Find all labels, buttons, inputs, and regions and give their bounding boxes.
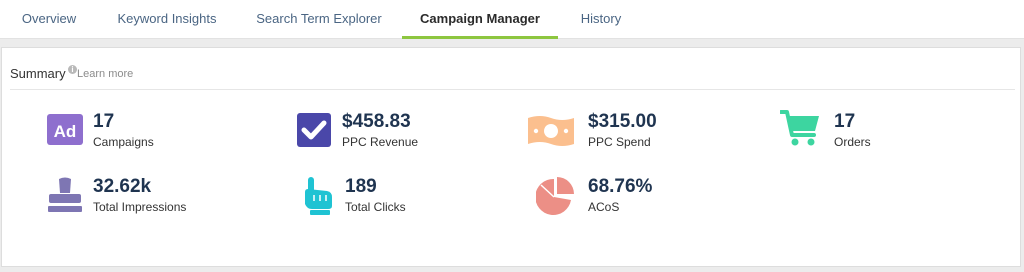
tab-history[interactable]: History xyxy=(570,0,632,38)
tab-label: History xyxy=(580,11,622,26)
metric-label: ACoS xyxy=(588,200,620,214)
metric-ppc-spend: $315.00 PPC Spend xyxy=(528,111,728,151)
tab-keyword-insights[interactable]: Keyword Insights xyxy=(104,0,230,38)
ad-icon: Ad xyxy=(47,114,83,145)
tab-label: Search Term Explorer xyxy=(256,11,382,26)
learn-more-link[interactable]: Learn more xyxy=(77,68,133,80)
metric-value: $315.00 xyxy=(588,111,657,132)
metric-impressions: 32.62k Total Impressions xyxy=(45,176,245,216)
active-tab-indicator xyxy=(402,36,558,39)
pointing-hand-icon xyxy=(305,177,332,215)
summary-header: Summary i Learn more xyxy=(10,65,1015,90)
tab-campaign-manager[interactable]: Campaign Manager xyxy=(402,0,558,39)
tab-label: Campaign Manager xyxy=(420,11,540,26)
metric-label: PPC Spend xyxy=(588,135,651,149)
metric-value: 17 xyxy=(834,111,856,132)
tab-search-term-explorer[interactable]: Search Term Explorer xyxy=(244,0,394,38)
stamp-icon xyxy=(48,177,82,212)
metric-value: 189 xyxy=(345,176,377,197)
metric-value: $458.83 xyxy=(342,111,411,132)
info-icon[interactable]: i xyxy=(68,65,77,74)
metric-ppc-revenue: $458.83 PPC Revenue xyxy=(294,111,494,151)
banknote-icon xyxy=(528,116,574,146)
metric-label: Campaigns xyxy=(93,135,154,149)
shopping-cart-icon xyxy=(780,110,819,146)
metric-label: Total Clicks xyxy=(345,200,406,214)
metric-value: 32.62k xyxy=(93,176,152,197)
metric-acos: 68.76% ACoS xyxy=(536,176,736,216)
summary-title: Summary xyxy=(10,66,66,81)
metric-campaigns: Ad 17 Campaigns xyxy=(45,111,245,151)
metric-label: PPC Revenue xyxy=(342,135,419,149)
tab-label: Overview xyxy=(21,11,77,26)
metric-value: 68.76% xyxy=(588,176,653,197)
metric-label: Orders xyxy=(834,135,871,149)
svg-text:Ad: Ad xyxy=(54,122,77,141)
pie-chart-icon xyxy=(536,177,574,215)
metric-label: Total Impressions xyxy=(93,200,187,214)
metric-orders: 17 Orders xyxy=(780,108,980,149)
tab-label: Keyword Insights xyxy=(117,11,217,26)
metric-clicks: 189 Total Clicks xyxy=(297,176,497,216)
summary-panel: Summary i Learn more Ad 17 Campaigns $45… xyxy=(1,47,1021,267)
checkbox-icon xyxy=(297,113,331,147)
tab-overview[interactable]: Overview xyxy=(8,0,90,38)
metric-value: 17 xyxy=(93,111,115,132)
tab-bar: Overview Keyword Insights Search Term Ex… xyxy=(0,0,1024,39)
